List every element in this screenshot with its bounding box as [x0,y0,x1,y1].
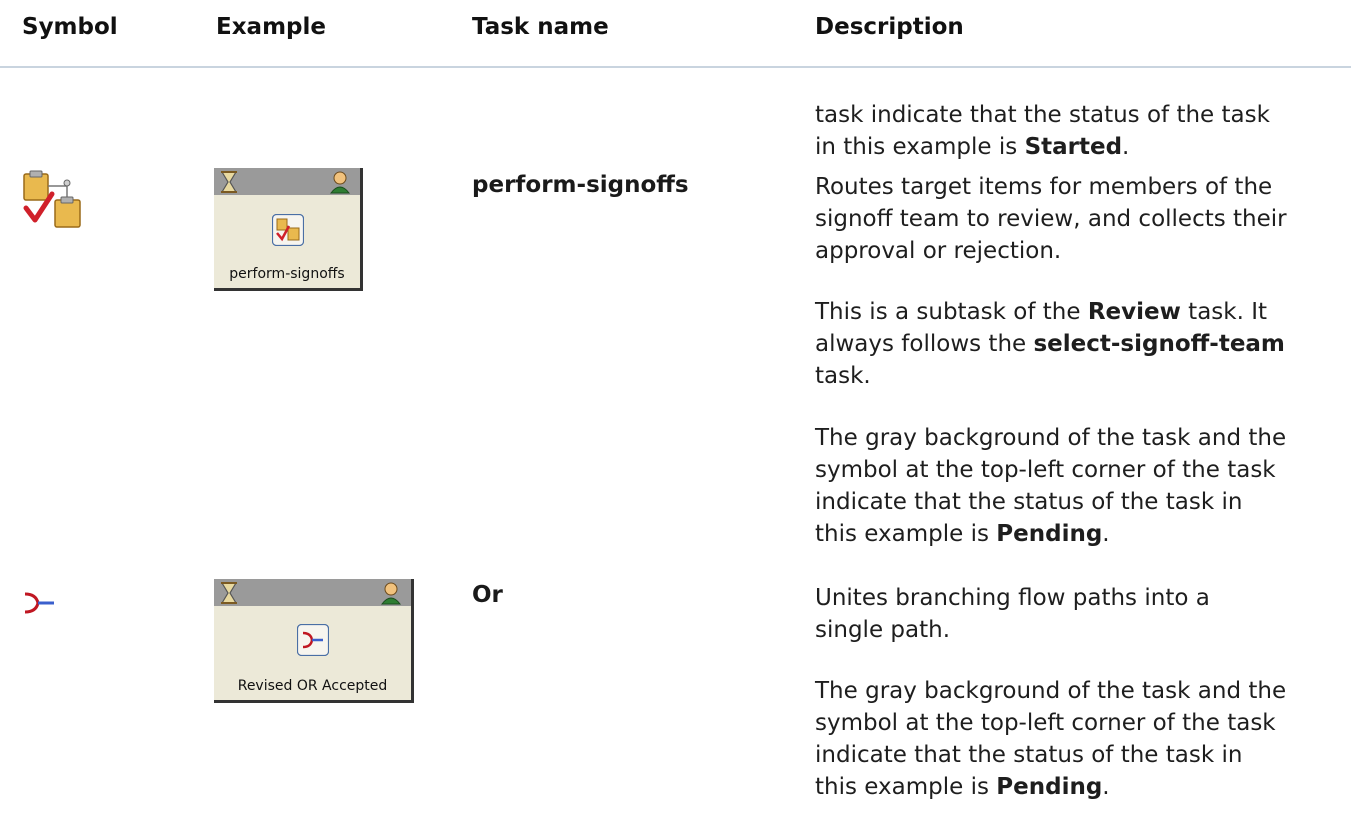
column-header-example: Example [216,14,326,40]
desc-line: signoff team to review, and collects the… [815,206,1287,232]
symbol-signoff-clipboard-icon [22,170,82,230]
desc-line: approval or rejection. [815,238,1062,264]
review-task-ref: Review [1087,299,1181,325]
header-divider [0,66,1351,68]
hourglass-icon [220,582,238,608]
task-name-perform-signoffs: perform-signoffs [472,172,689,198]
continuation-line-2: in this example is Started. [815,134,1130,160]
symbol-or-merge-icon [22,590,62,618]
desc-line: indicate that the status of the task in [815,742,1243,768]
desc-line: This is a subtask of the Review task. It [815,299,1268,325]
desc-line: The gray background of the task and the [815,678,1287,704]
desc-line: Routes target items for members of the [815,174,1273,200]
desc-line: symbol at the top-left corner of the tas… [815,457,1276,483]
desc-line: task. [815,363,871,389]
column-header-symbol: Symbol [22,14,118,40]
hourglass-icon [220,171,238,197]
desc-line: single path. [815,617,951,643]
desc-line: symbol at the top-left corner of the tas… [815,710,1276,736]
select-signoff-team-ref: select-signoff-team [1033,331,1285,357]
continuation-line-1: task indicate that the status of the tas… [815,102,1270,128]
desc-line: always follows the select-signoff-team [815,331,1285,357]
description-continuation: task indicate that the status of the tas… [815,99,1270,163]
column-header-description: Description [815,14,964,40]
column-header-task-name: Task name [472,14,609,40]
desc-line: The gray background of the task and the [815,425,1287,451]
description-or-p3: The gray background of the task and the … [815,675,1286,803]
desc-line: Unites branching flow paths into a [815,585,1210,611]
perform-signoffs-task-icon [271,213,305,250]
desc-line: this example is Pending. [815,774,1110,800]
example-caption: Revised OR Accepted [237,678,388,694]
or-task-icon [296,623,330,660]
description-perform-signoffs-p3: The gray background of the task and the … [815,422,1286,550]
example-perform-signoffs-task: perform-signoffs [214,168,363,291]
status-pending: Pending [996,521,1103,547]
example-caption: perform-signoffs [229,266,345,282]
description-perform-signoffs-p2: This is a subtask of the Review task. It… [815,296,1285,392]
description-or-p1: Unites branching flow paths into a singl… [815,582,1210,646]
user-icon [329,170,351,198]
status-started: Started [1024,134,1123,160]
desc-line: indicate that the status of the task in [815,489,1243,515]
desc-line: this example is Pending. [815,521,1110,547]
description-perform-signoffs-p1: Routes target items for members of the s… [815,171,1287,267]
task-name-or: Or [472,582,503,608]
user-icon [380,581,402,609]
status-pending: Pending [996,774,1103,800]
example-or-task: Revised OR Accepted [214,579,414,703]
